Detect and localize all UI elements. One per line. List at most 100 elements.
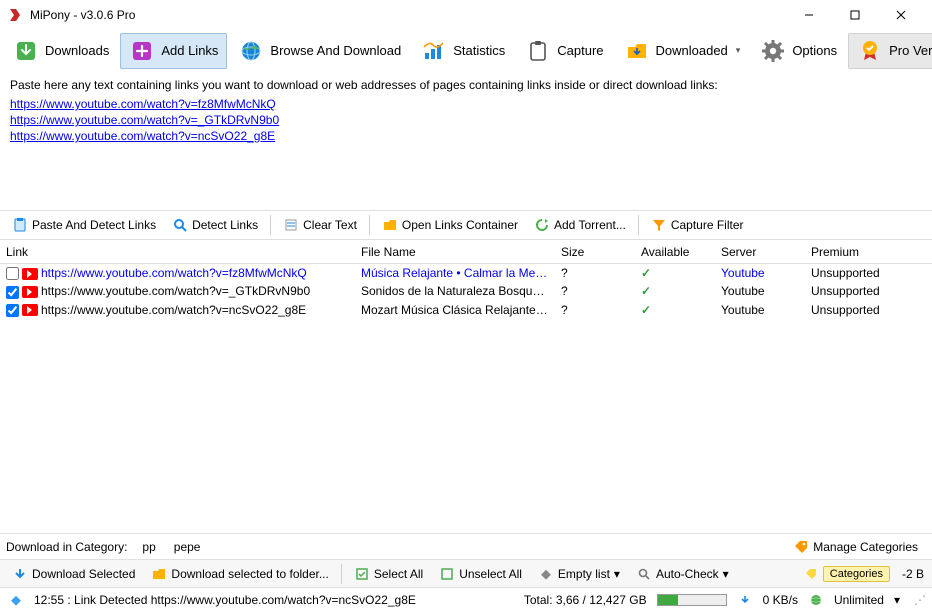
downloaded-tab[interactable]: Downloaded ▾ [615, 33, 750, 69]
diamond-icon [538, 566, 554, 582]
row-filename: Sonidos de la Naturaleza Bosque Rel... [355, 282, 555, 300]
separator [638, 215, 639, 235]
category-option[interactable]: pp [133, 537, 164, 557]
pasted-link[interactable]: https://www.youtube.com/watch?v=fz8MfwMc… [10, 96, 922, 112]
auto-check-button[interactable]: Auto-Check ▾ [628, 562, 737, 586]
row-checkbox[interactable] [6, 304, 19, 317]
folder-icon [382, 217, 398, 233]
row-checkbox[interactable] [6, 267, 19, 280]
row-premium: Unsupported [805, 282, 932, 300]
col-available[interactable]: Available [635, 241, 715, 264]
downloads-tab[interactable]: Downloads [4, 33, 118, 69]
capture-filter-button[interactable]: Capture Filter [643, 213, 752, 237]
clear-text-button[interactable]: Clear Text [275, 213, 365, 237]
titlebar: MiPony - v3.0.6 Pro [0, 0, 932, 30]
checkbox-empty-icon [439, 566, 455, 582]
separator [341, 564, 342, 584]
download-arrow-icon [13, 38, 39, 64]
table-row[interactable]: https://www.youtube.com/watch?v=ncSvO22_… [0, 301, 932, 319]
detect-links-button[interactable]: Detect Links [164, 213, 266, 237]
add-torrent-button[interactable]: Add Torrent... [526, 213, 634, 237]
folder-icon [151, 566, 167, 582]
gear-icon [760, 38, 786, 64]
col-link[interactable]: Link [0, 241, 355, 264]
pro-label: Pro Version [889, 43, 932, 58]
paste-textbox[interactable]: https://www.youtube.com/watch?v=fz8MfwMc… [10, 96, 922, 206]
categories-button[interactable]: Categories [795, 562, 898, 586]
paste-detect-button[interactable]: Paste And Detect Links [4, 213, 164, 237]
col-size[interactable]: Size [555, 241, 635, 264]
funnel-icon [651, 217, 667, 233]
download-selected-label: Download Selected [32, 567, 135, 581]
add-links-tab[interactable]: Add Links [120, 33, 227, 69]
open-container-button[interactable]: Open Links Container [374, 213, 526, 237]
total-label: Total: 3,66 / 12,427 GB [524, 593, 647, 607]
status-message: 12:55 : Link Detected https://www.youtub… [34, 593, 416, 607]
row-filename: Música Relajante • Calmar la Mente, ... [355, 264, 555, 283]
chevron-down-icon: ▾ [723, 567, 729, 581]
row-available: ✓ [635, 264, 715, 283]
capture-filter-label: Capture Filter [671, 218, 744, 232]
table-header-row: Link File Name Size Available Server Pre… [0, 241, 932, 264]
pasted-link[interactable]: https://www.youtube.com/watch?v=_GTkDRvN… [10, 112, 922, 128]
youtube-icon [22, 286, 38, 298]
app-icon [8, 7, 24, 23]
browse-tab[interactable]: Browse And Download [229, 33, 410, 69]
clipboard-icon [525, 38, 551, 64]
pasted-link[interactable]: https://www.youtube.com/watch?v=ncSvO22_… [10, 128, 922, 144]
plus-icon [129, 38, 155, 64]
pro-version-tab[interactable]: Pro Version ▾ [848, 33, 932, 69]
categories-label: Categories [823, 566, 890, 582]
category-label: Download in Category: [6, 540, 127, 554]
col-filename[interactable]: File Name [355, 241, 555, 264]
row-link: https://www.youtube.com/watch?v=_GTkDRvN… [41, 284, 310, 298]
select-all-button[interactable]: Select All [346, 562, 431, 586]
manage-categories-button[interactable]: Manage Categories [785, 535, 926, 559]
options-tab[interactable]: Options [751, 33, 846, 69]
eraser-icon [283, 217, 299, 233]
folder-down-icon [624, 38, 650, 64]
chevron-down-icon: ▾ [736, 45, 741, 56]
maximize-button[interactable] [832, 1, 878, 29]
options-label: Options [792, 43, 837, 58]
row-server: Youtube [715, 264, 805, 283]
download-selected-button[interactable]: Download Selected [4, 562, 143, 586]
statistics-tab[interactable]: Statistics [412, 33, 514, 69]
globe-icon [238, 38, 264, 64]
category-bar: Download in Category: pp pepe Manage Cat… [0, 533, 932, 559]
main-toolbar: Downloads Add Links Browse And Download … [0, 30, 932, 72]
neg-2b-label: -2 B [898, 567, 928, 581]
row-server: Youtube [715, 282, 805, 300]
col-server[interactable]: Server [715, 241, 805, 264]
detect-links-label: Detect Links [192, 218, 258, 232]
unselect-all-button[interactable]: Unselect All [431, 562, 530, 586]
empty-list-button[interactable]: Empty list ▾ [530, 562, 628, 586]
medal-icon [857, 38, 883, 64]
minimize-button[interactable] [786, 1, 832, 29]
youtube-icon [22, 268, 38, 280]
table-row[interactable]: https://www.youtube.com/watch?v=_GTkDRvN… [0, 282, 932, 300]
paste-detect-label: Paste And Detect Links [32, 218, 156, 232]
paste-icon [12, 217, 28, 233]
close-button[interactable] [878, 1, 924, 29]
bar-chart-icon [421, 38, 447, 64]
paste-instruction: Paste here any text containing links you… [10, 78, 922, 92]
browse-label: Browse And Download [270, 43, 401, 58]
category-option[interactable]: pepe [165, 537, 210, 557]
row-link: https://www.youtube.com/watch?v=fz8MfwMc… [41, 266, 307, 280]
row-size: ? [555, 264, 635, 283]
capture-tab[interactable]: Capture [516, 33, 612, 69]
magnifier-icon [636, 566, 652, 582]
download-to-folder-button[interactable]: Download selected to folder... [143, 562, 336, 586]
row-premium: Unsupported [805, 264, 932, 283]
info-diamond-icon [8, 592, 24, 608]
links-table: Link File Name Size Available Server Pre… [0, 241, 932, 319]
speed-label: 0 KB/s [763, 593, 798, 607]
empty-list-label: Empty list [558, 567, 610, 581]
links-table-container: Link File Name Size Available Server Pre… [0, 240, 932, 533]
resize-grip[interactable]: ⋰ [910, 593, 924, 607]
downloads-label: Downloads [45, 43, 109, 58]
row-checkbox[interactable] [6, 286, 19, 299]
table-row[interactable]: https://www.youtube.com/watch?v=fz8MfwMc… [0, 264, 932, 283]
col-premium[interactable]: Premium [805, 241, 932, 264]
